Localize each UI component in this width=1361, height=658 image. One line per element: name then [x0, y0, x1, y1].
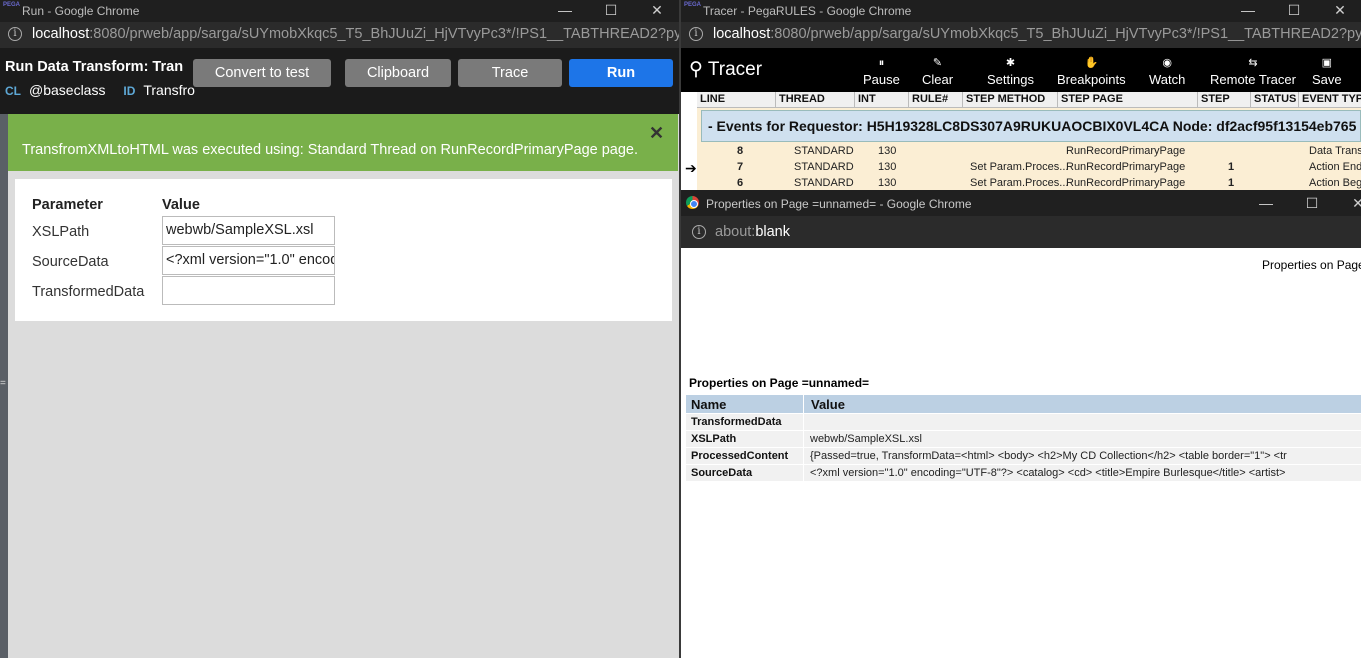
class-label: CL — [5, 84, 21, 98]
col-name: Name — [691, 397, 727, 412]
remote-icon: ⇆ — [1248, 57, 1258, 69]
close-button[interactable]: ✕ — [1335, 193, 1361, 215]
properties-heading: Properties on Page =unnamed= — [689, 376, 870, 390]
properties-address-bar[interactable]: i about:blank — [681, 216, 1361, 248]
clipboard-button[interactable]: Clipboard — [345, 59, 451, 87]
table-row: TransformedData — [686, 413, 1361, 430]
properties-window-title: Properties on Page =unnamed= - Google Ch… — [706, 197, 972, 211]
save-icon: ▣ — [1321, 57, 1333, 69]
maximize-button[interactable]: ☐ — [588, 0, 634, 22]
rule-class-info: CL @baseclass ID Transfro — [5, 82, 195, 98]
table-row[interactable]: 8 STANDARD 130 RunRecordPrimaryPage Data… — [697, 144, 1361, 160]
resize-grip-icon[interactable]: = — [0, 378, 6, 389]
share-nodes-icon: ⚲ — [689, 59, 703, 80]
tracer-grid: LINE THREAD INT RULE# STEP METHOD STEP P… — [697, 92, 1361, 190]
value-header: Value — [162, 197, 200, 213]
success-banner: TransfromXMLtoHTML was executed using: S… — [8, 114, 678, 171]
pause-icon: ⏸ — [878, 57, 885, 69]
minimize-button[interactable]: — — [1243, 193, 1289, 215]
col-line[interactable]: LINE — [700, 93, 725, 105]
col-value: Value — [811, 397, 845, 412]
watch-button[interactable]: ◉ Watch — [1149, 57, 1185, 88]
pega-logo: PEGA — [3, 2, 21, 8]
clear-button[interactable]: ✎ Clear — [922, 57, 953, 88]
tracer-titlebar: PEGA Tracer - PegaRULES - Google Chrome … — [681, 0, 1361, 22]
properties-top-label: Properties on Page — [1262, 258, 1361, 272]
sourcedata-input[interactable]: <?xml version="1.0" encoding="UTF-8"?> — [162, 246, 335, 275]
minimize-button[interactable]: — — [542, 0, 588, 22]
col-rule[interactable]: RULE# — [912, 93, 948, 105]
col-step[interactable]: STEP — [1201, 93, 1230, 105]
trace-button[interactable]: Trace — [458, 59, 562, 87]
tracer-address-bar[interactable]: i localhost:8080/prweb/app/sarga/sUYmobX… — [681, 22, 1361, 48]
tracer-toolbar: ⚲ Tracer ⏸ Pause ✎ Clear ✱ Settings ✋ Breakp… — [681, 48, 1361, 92]
convert-to-test-button[interactable]: Convert to test — [193, 59, 331, 87]
run-window: PEGA Run - Google Chrome — ☐ ✕ i localho… — [0, 0, 680, 658]
requestor-events-band[interactable]: - Events for Requestor: H5H19328LC8DS307… — [701, 110, 1361, 142]
hand-icon: ✋ — [1084, 57, 1099, 69]
url-text[interactable]: localhost:8080/prweb/app/sarga/sUYmobXkq… — [32, 26, 680, 42]
close-button[interactable]: ✕ — [634, 0, 680, 22]
table-row: ProcessedContent {Passed=true, TransformD… — [686, 447, 1361, 464]
parameters-panel: Parameter Value XSLPath webwb/SampleXSL.… — [15, 179, 672, 321]
save-button[interactable]: ▣ Save — [1312, 57, 1342, 88]
parameter-header: Parameter — [32, 197, 103, 213]
eraser-icon: ✎ — [932, 57, 943, 69]
col-status[interactable]: STATUS — [1254, 93, 1296, 105]
banner-close-icon[interactable]: ✕ — [649, 123, 664, 144]
tracer-logo: ⚲ Tracer — [689, 59, 763, 80]
table-row[interactable]: 7 STANDARD 130 Set Param.Proces... RunRe… — [697, 160, 1361, 176]
tracer-window-title: Tracer - PegaRULES - Google Chrome — [703, 4, 912, 18]
xslpath-input[interactable]: webwb/SampleXSL.xsl — [162, 216, 335, 245]
col-int[interactable]: INT — [858, 93, 876, 105]
pause-button[interactable]: ⏸ Pause — [863, 57, 900, 88]
class-value: @baseclass — [29, 82, 106, 98]
run-button[interactable]: Run — [569, 59, 673, 87]
close-button[interactable]: ✕ — [1317, 0, 1361, 22]
id-label: ID — [123, 84, 136, 98]
transformeddata-input[interactable] — [162, 276, 335, 305]
event-band-text: - Events for Requestor: H5H19328LC8DS307… — [708, 118, 1357, 134]
properties-window: Properties on Page =unnamed= - Google Ch… — [681, 190, 1361, 658]
param-label-transformeddata: TransformedData — [32, 284, 145, 300]
info-icon[interactable]: i — [692, 225, 706, 239]
minimize-button[interactable]: — — [1225, 0, 1271, 22]
left-rail: = — [0, 114, 8, 658]
window-title: Run - Google Chrome — [22, 4, 140, 18]
breakpoints-button[interactable]: ✋ Breakpoints — [1057, 57, 1126, 88]
chrome-icon — [686, 196, 699, 209]
col-step-page[interactable]: STEP PAGE — [1061, 93, 1123, 105]
run-header: Run Data Transform: Tran CL @baseclass ID… — [0, 48, 680, 114]
address-bar[interactable]: i localhost:8080/prweb/app/sarga/sUYmobX… — [0, 22, 680, 48]
tools-icon: ✱ — [1005, 57, 1016, 69]
run-window-titlebar: PEGA Run - Google Chrome — ☐ ✕ — [0, 0, 680, 22]
banner-message: TransfromXMLtoHTML was executed using: S… — [22, 142, 639, 158]
info-icon[interactable]: i — [8, 27, 22, 41]
settings-button[interactable]: ✱ Settings — [987, 57, 1034, 88]
col-thread[interactable]: THREAD — [779, 93, 825, 105]
tracer-column-header: LINE THREAD INT RULE# STEP METHOD STEP P… — [697, 92, 1361, 108]
param-label-xslpath: XSLPath — [32, 224, 90, 240]
properties-url[interactable]: about:blank — [715, 224, 790, 240]
col-step-method[interactable]: STEP METHOD — [966, 93, 1045, 105]
eye-icon: ◉ — [1162, 57, 1172, 69]
maximize-button[interactable]: ☐ — [1289, 193, 1335, 215]
col-event-type[interactable]: EVENT TYP — [1302, 93, 1361, 105]
maximize-button[interactable]: ☐ — [1271, 0, 1317, 22]
remote-tracer-button[interactable]: ⇆ Remote Tracer — [1210, 57, 1296, 88]
param-label-sourcedata: SourceData — [32, 254, 109, 270]
table-row: SourceData <?xml version="1.0" encoding="… — [686, 464, 1361, 481]
tracer-url-text[interactable]: localhost:8080/prweb/app/sarga/sUYmobXkq… — [713, 26, 1361, 42]
run-title: Run Data Transform: Tran — [5, 59, 184, 75]
properties-table-header: Name Value — [686, 395, 1361, 413]
id-value: Transfro — [143, 82, 195, 98]
pega-logo: PEGA — [684, 2, 702, 8]
table-row: XSLPath webwb/SampleXSL.xsl — [686, 430, 1361, 447]
column-divider — [803, 395, 804, 482]
properties-titlebar: Properties on Page =unnamed= - Google Ch… — [681, 190, 1361, 216]
current-row-arrow-icon: ➔ — [685, 160, 697, 176]
info-icon[interactable]: i — [689, 27, 703, 41]
